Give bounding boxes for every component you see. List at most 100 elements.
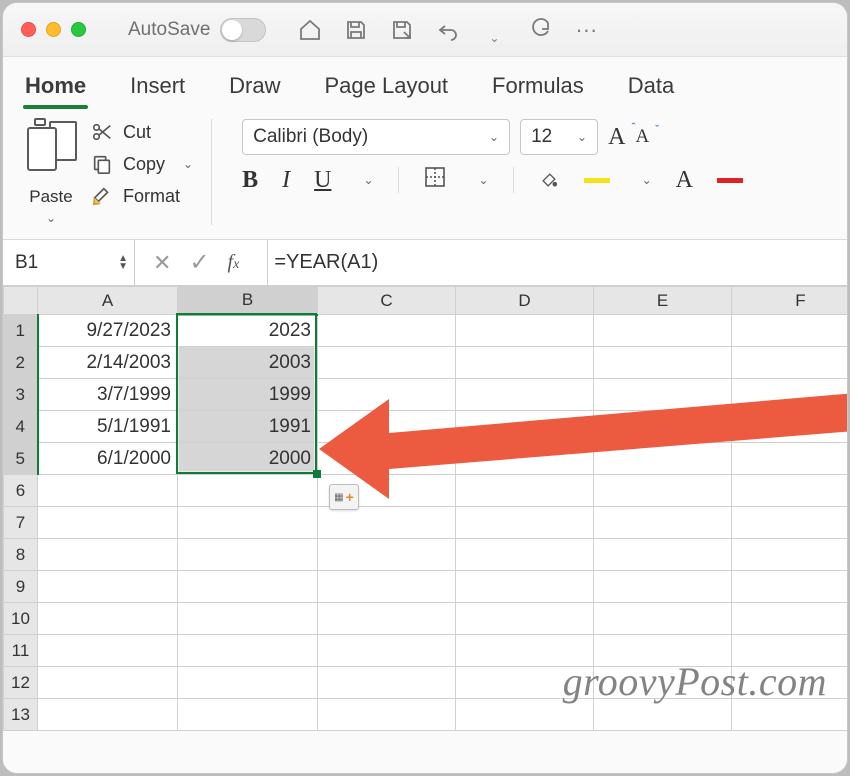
cell[interactable] (318, 539, 456, 571)
fx-icon[interactable]: fx (228, 251, 250, 274)
cell[interactable] (318, 507, 456, 539)
tab-insert[interactable]: Insert (130, 73, 185, 109)
row-header[interactable]: 13 (4, 699, 38, 731)
cell[interactable] (318, 379, 456, 411)
formula-input[interactable]: =YEAR(A1) (267, 240, 847, 285)
cell[interactable]: 5/1/1991 (38, 411, 178, 443)
cell[interactable] (178, 539, 318, 571)
tab-formulas[interactable]: Formulas (492, 73, 584, 109)
cell[interactable] (318, 603, 456, 635)
row-header[interactable]: 3 (4, 379, 38, 411)
cell[interactable] (594, 379, 732, 411)
cell[interactable] (732, 315, 848, 347)
zoom-window-button[interactable] (71, 22, 86, 37)
chevron-down-icon[interactable]: ⌄ (479, 173, 489, 187)
save-icon[interactable] (344, 18, 368, 42)
select-all-corner[interactable] (4, 287, 38, 315)
cell[interactable]: 6/1/2000 (38, 443, 178, 475)
cell[interactable]: 3/7/1999 (38, 379, 178, 411)
cell[interactable] (38, 699, 178, 731)
cell[interactable] (318, 347, 456, 379)
cell[interactable] (456, 347, 594, 379)
cell[interactable] (318, 635, 456, 667)
undo-icon[interactable] (436, 18, 460, 42)
cell[interactable] (456, 315, 594, 347)
cell[interactable] (456, 443, 594, 475)
cell[interactable] (456, 411, 594, 443)
font-name-select[interactable]: Calibri (Body) ⌄ (242, 119, 510, 155)
spreadsheet-grid[interactable]: A B C D E F 19/27/2023202322/14/20032003… (3, 286, 847, 731)
font-size-select[interactable]: 12 ⌄ (520, 119, 598, 155)
cell[interactable] (594, 315, 732, 347)
row-header[interactable]: 7 (4, 507, 38, 539)
cell[interactable] (732, 571, 848, 603)
cell[interactable]: 9/27/2023 (38, 315, 178, 347)
row-header[interactable]: 11 (4, 635, 38, 667)
col-header-A[interactable]: A (38, 287, 178, 315)
more-icon[interactable]: ··· (574, 18, 598, 42)
cell[interactable]: 1999 (178, 379, 318, 411)
fill-color-button[interactable] (538, 170, 560, 190)
cell[interactable] (594, 347, 732, 379)
cell[interactable] (318, 411, 456, 443)
cell[interactable] (178, 507, 318, 539)
name-box-stepper[interactable]: ▲▼ (118, 255, 128, 271)
save-as-icon[interactable] (390, 18, 414, 42)
cell[interactable] (38, 635, 178, 667)
tab-draw[interactable]: Draw (229, 73, 280, 109)
underline-button[interactable]: U (314, 167, 331, 194)
font-color-button[interactable]: A (676, 167, 693, 194)
name-box[interactable]: B1 ▲▼ (3, 240, 135, 285)
cell[interactable] (178, 699, 318, 731)
cell[interactable] (732, 347, 848, 379)
col-header-C[interactable]: C (318, 287, 456, 315)
undo-dropdown-icon[interactable]: ⌄ (482, 18, 506, 42)
cell[interactable] (38, 507, 178, 539)
cell[interactable] (178, 667, 318, 699)
row-header[interactable]: 2 (4, 347, 38, 379)
cell[interactable] (38, 667, 178, 699)
copy-button[interactable]: Copy ⌄ (91, 153, 193, 175)
cell[interactable] (38, 475, 178, 507)
italic-button[interactable]: I (282, 167, 290, 194)
cell[interactable] (594, 603, 732, 635)
cell[interactable] (178, 635, 318, 667)
cell[interactable] (318, 667, 456, 699)
cell[interactable] (38, 571, 178, 603)
chevron-down-icon[interactable]: ⌄ (363, 173, 373, 187)
cell[interactable] (594, 443, 732, 475)
paste-button[interactable]: Paste ⌄ (25, 119, 77, 225)
col-header-F[interactable]: F (732, 287, 848, 315)
cell[interactable] (732, 603, 848, 635)
cell[interactable] (456, 379, 594, 411)
col-header-B[interactable]: B (178, 287, 318, 315)
cell[interactable] (594, 571, 732, 603)
cell[interactable] (456, 475, 594, 507)
close-window-button[interactable] (21, 22, 36, 37)
cell[interactable] (732, 379, 848, 411)
cell[interactable] (732, 411, 848, 443)
autosave-toggle[interactable]: AutoSave (128, 18, 266, 42)
cell[interactable] (456, 507, 594, 539)
tab-home[interactable]: Home (25, 73, 86, 109)
row-header[interactable]: 4 (4, 411, 38, 443)
cell[interactable] (732, 475, 848, 507)
borders-button[interactable] (423, 165, 447, 195)
decrease-font-size-button[interactable]: Aˇ (635, 126, 649, 148)
autofill-options-button[interactable]: ▦+ (329, 484, 359, 510)
cell[interactable] (456, 603, 594, 635)
cell[interactable] (456, 571, 594, 603)
row-header[interactable]: 6 (4, 475, 38, 507)
cell[interactable] (318, 699, 456, 731)
redo-icon[interactable] (528, 18, 552, 42)
col-header-E[interactable]: E (594, 287, 732, 315)
cell[interactable] (732, 507, 848, 539)
cell[interactable] (456, 539, 594, 571)
cell[interactable]: 1991 (178, 411, 318, 443)
cell[interactable] (178, 571, 318, 603)
cell[interactable] (38, 603, 178, 635)
cell[interactable]: 2/14/2003 (38, 347, 178, 379)
cell[interactable] (178, 603, 318, 635)
cell[interactable] (732, 443, 848, 475)
col-header-D[interactable]: D (456, 287, 594, 315)
